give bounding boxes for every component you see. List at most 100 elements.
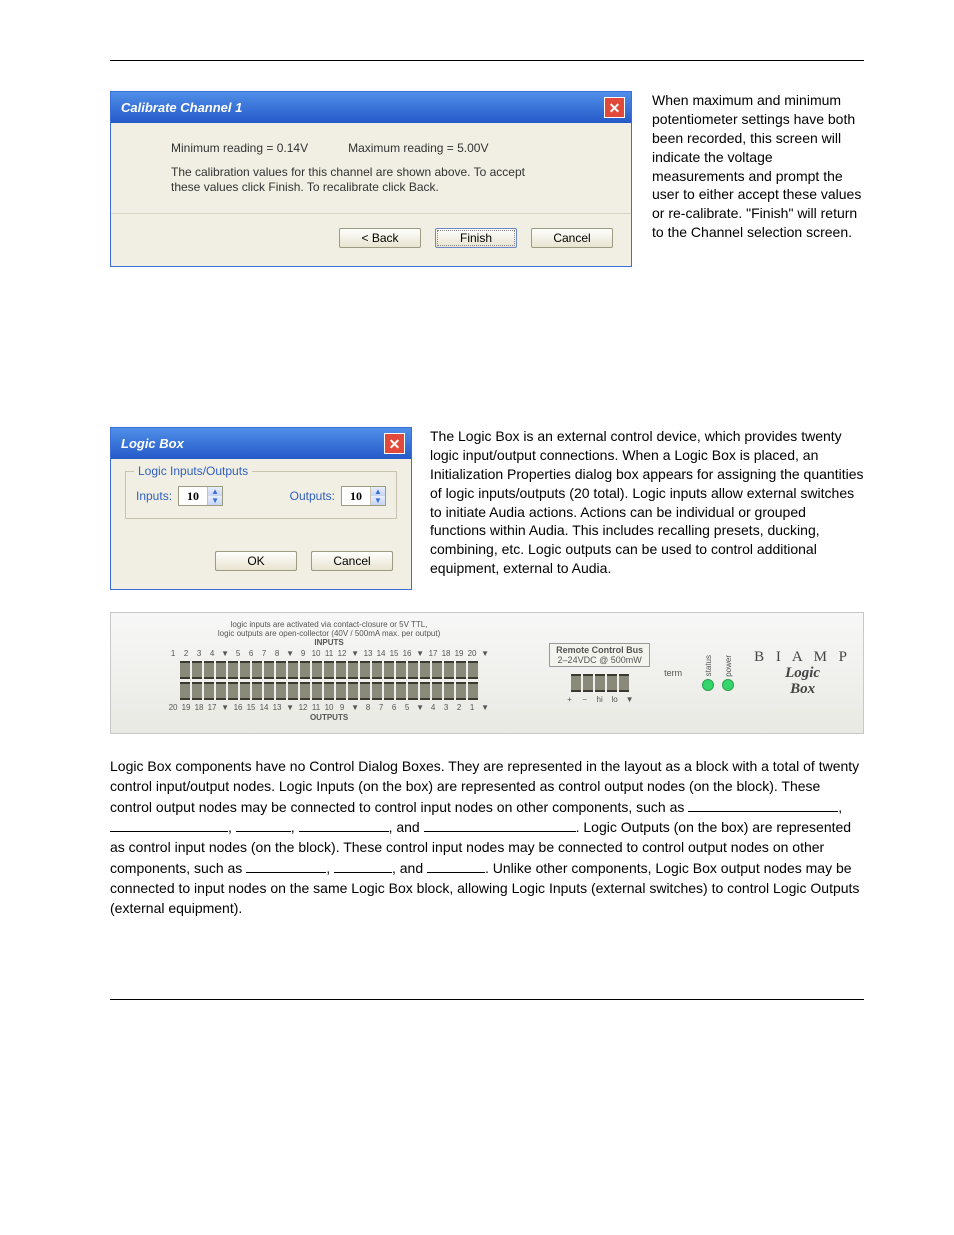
cancel-button[interactable]: Cancel bbox=[311, 551, 393, 571]
terminal-icon bbox=[607, 674, 617, 692]
blank-link[interactable] bbox=[236, 818, 291, 832]
ok-button[interactable]: OK bbox=[215, 551, 297, 571]
terminal-icon bbox=[372, 682, 382, 700]
pin-number: 15 bbox=[389, 649, 400, 658]
pin-number: 16 bbox=[402, 649, 413, 658]
terminal-icon bbox=[372, 661, 382, 679]
terminal-icon bbox=[571, 674, 581, 692]
hardware-brand: B I A M P Logic Box bbox=[754, 649, 851, 698]
terminal-icon bbox=[444, 682, 454, 700]
outputs-stepper[interactable]: ▲ ▼ bbox=[341, 486, 386, 506]
pin-number: 10 bbox=[311, 649, 322, 658]
pin-number: 9 bbox=[298, 649, 309, 658]
pin-number: 9 bbox=[337, 703, 348, 712]
pin-number: + bbox=[564, 695, 575, 704]
biamp-logo: B I A M P bbox=[754, 649, 851, 666]
logicbox-body: Logic Inputs/Outputs Inputs: ▲ ▼ bbox=[111, 459, 411, 537]
terminal-icon bbox=[348, 682, 358, 700]
terminal-icon bbox=[619, 674, 629, 692]
logic-io-group: Logic Inputs/Outputs Inputs: ▲ ▼ bbox=[125, 471, 397, 519]
terminal-icon bbox=[276, 682, 286, 700]
pin-number: hi bbox=[594, 695, 605, 704]
logicbox-title: Logic Box bbox=[121, 436, 184, 451]
pin-number: 2 bbox=[181, 649, 192, 658]
terminal-icon bbox=[216, 661, 226, 679]
hardware-note-1: logic inputs are activated via contact-c… bbox=[231, 620, 428, 629]
blank-link[interactable] bbox=[110, 818, 228, 832]
terminal-icon bbox=[204, 661, 214, 679]
terminal-icon bbox=[252, 682, 262, 700]
pin-number: 15 bbox=[246, 703, 257, 712]
pin-number: 10 bbox=[324, 703, 335, 712]
up-arrow-icon[interactable]: ▲ bbox=[371, 487, 385, 496]
calibrate-readings: Minimum reading = 0.14V Maximum reading … bbox=[171, 141, 591, 155]
remote-bus-title: Remote Control Bus bbox=[556, 645, 643, 655]
hardware-leds: status power bbox=[696, 655, 740, 691]
remote-bus-terminals bbox=[549, 674, 650, 692]
page-bottom-rule bbox=[110, 999, 864, 1000]
terminal-icon bbox=[348, 661, 358, 679]
inputs-stepper[interactable]: ▲ ▼ bbox=[178, 486, 223, 506]
terminal-icon bbox=[300, 682, 310, 700]
pin-number: 18 bbox=[441, 649, 452, 658]
calibrate-title: Calibrate Channel 1 bbox=[121, 100, 242, 115]
down-arrow-icon[interactable]: ▼ bbox=[371, 496, 385, 505]
terminal-icon bbox=[420, 682, 430, 700]
terminal-icon bbox=[240, 661, 250, 679]
remote-bus-spec: 2–24VDC @ 500mW bbox=[558, 655, 642, 665]
hardware-bottom-terminals bbox=[123, 682, 535, 700]
terminal-icon bbox=[312, 682, 322, 700]
pin-number: 1 bbox=[168, 649, 179, 658]
outputs-value[interactable] bbox=[342, 489, 370, 504]
pin-number: 4 bbox=[207, 649, 218, 658]
pin-number: 11 bbox=[311, 703, 322, 712]
inputs-value[interactable] bbox=[179, 489, 207, 504]
pin-number: 14 bbox=[259, 703, 270, 712]
close-icon[interactable]: ✕ bbox=[604, 97, 625, 118]
terminal-icon bbox=[444, 661, 454, 679]
blank-link[interactable] bbox=[334, 858, 392, 872]
cancel-button[interactable]: Cancel bbox=[531, 228, 613, 248]
terminal-icon bbox=[408, 682, 418, 700]
terminal-icon bbox=[384, 682, 394, 700]
inputs-column: Inputs: ▲ ▼ bbox=[136, 486, 223, 506]
ground-icon: ▼ bbox=[480, 649, 491, 658]
blank-link[interactable] bbox=[427, 858, 485, 872]
blank-link[interactable] bbox=[688, 797, 838, 811]
pin-number: 19 bbox=[181, 703, 192, 712]
hardware-outputs-label: OUTPUTS bbox=[310, 713, 348, 722]
pin-number: 5 bbox=[233, 649, 244, 658]
pin-number: 8 bbox=[272, 649, 283, 658]
ground-icon: ▼ bbox=[220, 649, 231, 658]
maximum-reading: Maximum reading = 5.00V bbox=[348, 141, 488, 155]
ground-icon: ▼ bbox=[415, 703, 426, 712]
terminal-icon bbox=[408, 661, 418, 679]
pin-number: 19 bbox=[454, 649, 465, 658]
terminal-icon bbox=[324, 661, 334, 679]
hardware-note: logic inputs are activated via contact-c… bbox=[123, 621, 535, 647]
close-icon[interactable]: ✕ bbox=[384, 433, 405, 454]
pin-number: 1 bbox=[467, 703, 478, 712]
ground-icon: ▼ bbox=[285, 703, 296, 712]
up-arrow-icon[interactable]: ▲ bbox=[208, 487, 222, 496]
finish-button[interactable]: Finish bbox=[435, 228, 517, 248]
ground-icon: ▼ bbox=[624, 695, 635, 704]
blank-link[interactable] bbox=[246, 858, 326, 872]
calibrate-description: The calibration values for this channel … bbox=[171, 165, 541, 195]
blank-link[interactable] bbox=[424, 818, 576, 832]
terminal-icon bbox=[456, 661, 466, 679]
terminal-icon bbox=[264, 682, 274, 700]
terminal-icon bbox=[420, 661, 430, 679]
pin-number: lo bbox=[609, 695, 620, 704]
hardware-terminals: logic inputs are activated via contact-c… bbox=[123, 621, 535, 725]
page-top-rule bbox=[110, 60, 864, 61]
pin-number: 13 bbox=[272, 703, 283, 712]
terminal-icon bbox=[583, 674, 593, 692]
back-button[interactable]: < Back bbox=[339, 228, 421, 248]
down-arrow-icon[interactable]: ▼ bbox=[208, 496, 222, 505]
pin-number: − bbox=[579, 695, 590, 704]
outputs-column: Outputs: ▲ ▼ bbox=[290, 486, 386, 506]
pin-number: 14 bbox=[376, 649, 387, 658]
blank-link[interactable] bbox=[299, 818, 389, 832]
terminal-icon bbox=[192, 661, 202, 679]
